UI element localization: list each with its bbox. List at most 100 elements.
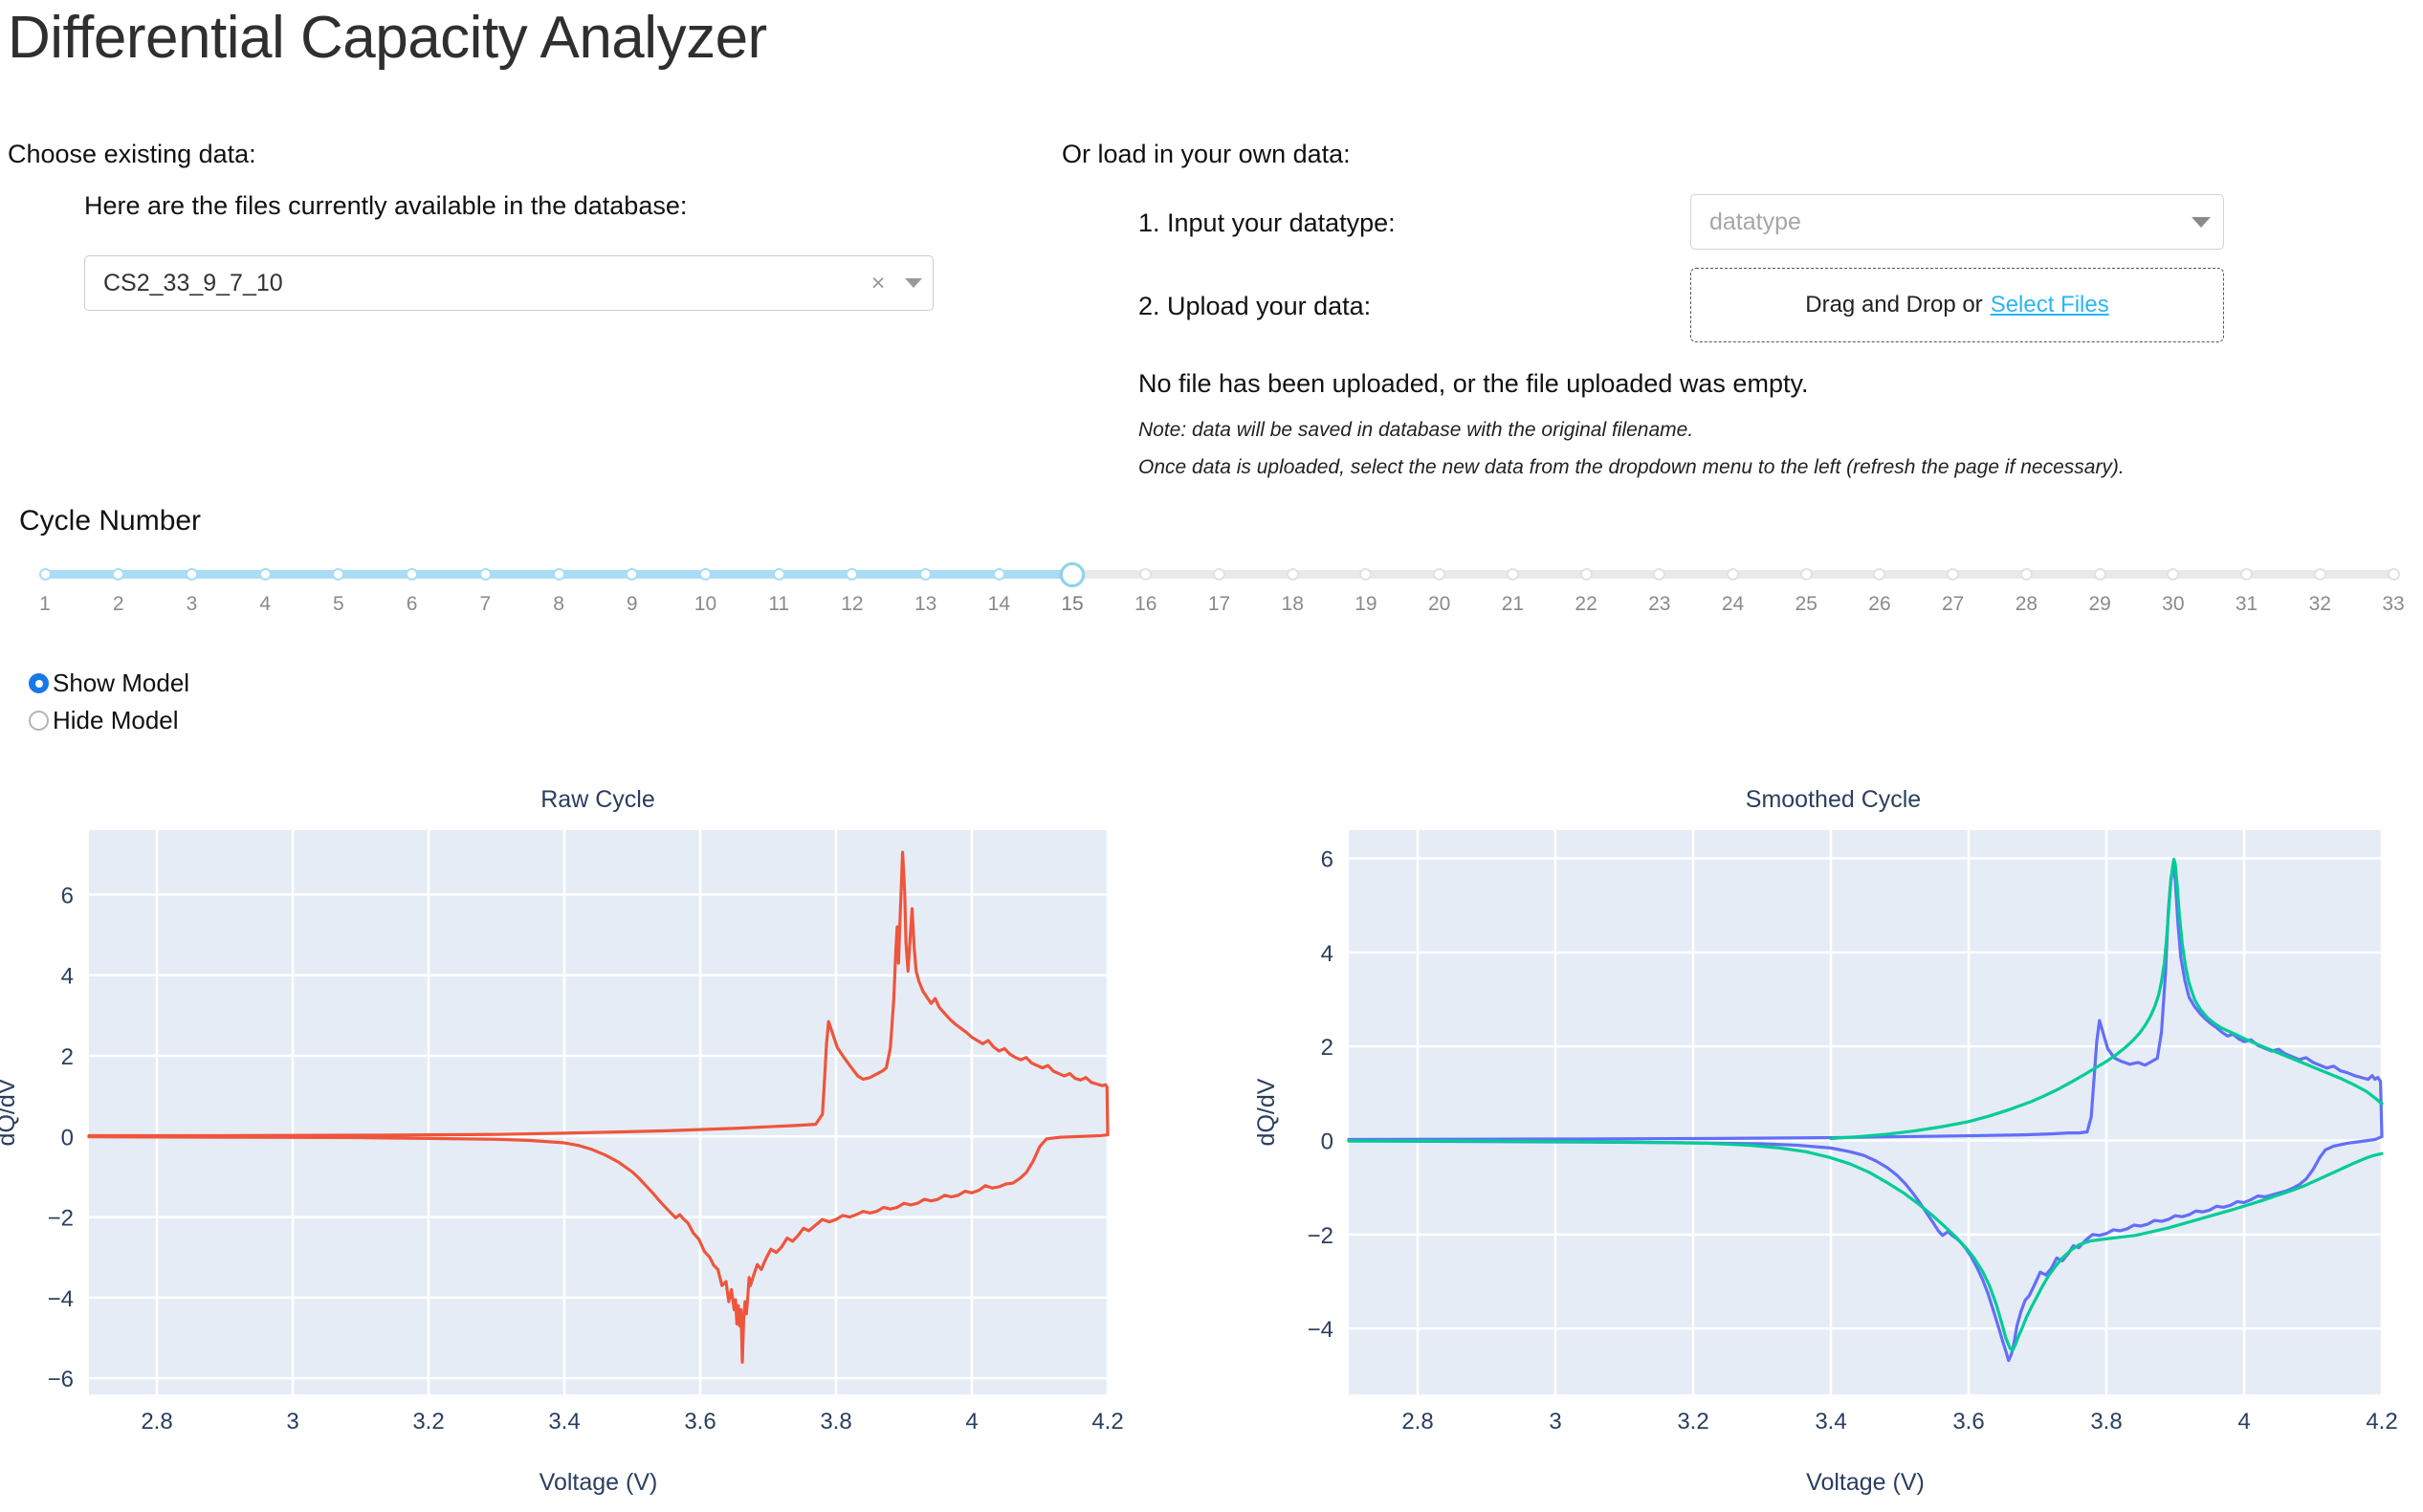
y-axis-tick-label: 2 [1321,1035,1333,1061]
available-files-label: Here are the files currently available i… [84,191,688,220]
x-axis-tick-label: 3.4 [1815,1409,1846,1435]
slider-tick-dot[interactable] [2167,568,2180,581]
slider-tick-dot[interactable] [1947,568,1960,581]
slider-tick-label[interactable]: 15 [1061,593,1083,616]
x-axis-tick-label: 3.2 [412,1409,444,1435]
datatype-placeholder: datatype [1709,208,1801,235]
slider-tick-label[interactable]: 4 [259,593,271,616]
slider-tick-dot[interactable] [38,568,52,581]
slider-tick-dot[interactable] [698,568,712,581]
slider-tick-dot[interactable] [1139,568,1153,581]
slider-tick-dot[interactable] [2313,568,2326,581]
slider-tick-label[interactable]: 32 [2309,593,2331,616]
slider-tick-dot[interactable] [1799,568,1813,581]
slider-tick-dot[interactable] [332,568,345,581]
slider-tick-label[interactable]: 31 [2236,593,2258,616]
file-select-dropdown[interactable]: CS2_33_9_7_10 × [84,255,934,311]
slider-tick-dot[interactable] [406,568,419,581]
slider-tick-dot[interactable] [1506,568,1519,581]
file-dropzone[interactable]: Drag and Drop or Select Files [1690,268,2224,342]
slider-tick-label[interactable]: 33 [2382,593,2404,616]
clear-icon[interactable]: × [862,271,894,296]
y-axis-title: dQ/dV [0,1078,20,1146]
slider-tick-dot[interactable] [1579,568,1593,581]
radio-button-icon[interactable] [29,673,49,693]
slider-tick-label[interactable]: 28 [2015,593,2038,616]
slider-tick-dot[interactable] [919,568,933,581]
slider-tick-dot[interactable] [185,568,198,581]
slider-tick-label[interactable]: 18 [1282,593,1304,616]
slider-tick-label[interactable]: 9 [627,593,638,616]
model-visibility-radio-group[interactable]: Show Model Hide Model [29,665,189,739]
radio-option-label: Hide Model [53,706,179,734]
slider-tick-label[interactable]: 29 [2088,593,2110,616]
slider-tick-label[interactable]: 22 [1575,593,1597,616]
slider-tick-dot[interactable] [258,568,272,581]
slider-tick-label[interactable]: 7 [479,593,491,616]
slider-tick-dot[interactable] [1433,568,1446,581]
x-axis-tick-label: 4 [2237,1409,2250,1435]
slider-tick-label[interactable]: 10 [694,593,716,616]
slider-tick-dot[interactable] [2387,568,2400,581]
slider-tick-dot[interactable] [992,568,1005,581]
slider-tick-dot[interactable] [112,568,125,581]
slider-tick-label[interactable]: 11 [768,593,789,616]
upload-status-text: No file has been uploaded, or the file u… [1138,369,1809,398]
slider-tick-dot[interactable] [1653,568,1666,581]
slider-tick-label[interactable]: 1 [39,593,51,616]
slider-tick-dot[interactable] [478,568,492,581]
y-axis-tick-label: 6 [1321,847,1333,873]
chevron-down-icon[interactable] [2179,216,2223,228]
chevron-down-icon[interactable] [894,278,933,288]
slider-tick-label[interactable]: 2 [113,593,124,616]
slider-tick-label[interactable]: 27 [1942,593,1964,616]
slider-tick-label[interactable]: 6 [407,593,418,616]
slider-tick-label[interactable]: 30 [2162,593,2184,616]
slider-tick-label[interactable]: 25 [1795,593,1817,616]
slider-tick-label[interactable]: 19 [1355,593,1377,616]
choose-existing-data-heading: Choose existing data: [8,140,256,168]
slider-tick-dot[interactable] [626,568,639,581]
slider-tick-dot[interactable] [1213,568,1225,581]
slider-tick-dot[interactable] [552,568,565,581]
radio-option-show[interactable]: Show Model [29,665,189,702]
slider-tick-dot[interactable] [1359,568,1373,581]
slider-tick-label[interactable]: 13 [914,593,936,616]
slider-tick-label[interactable]: 12 [841,593,863,616]
slider-tick-label[interactable]: 8 [553,593,564,616]
raw-cycle-chart: Raw Cycle 2.8 3 3.2 3.4 3.6 3.8 4 4.2 6 4 2 0 −2 −4 −6… [0,786,1196,1511]
slider-tick-dot[interactable] [2240,568,2254,581]
slider-tick-dot[interactable] [846,568,859,581]
y-axis-tick-label: 6 [61,883,74,909]
slider-tick-dot[interactable] [772,568,785,581]
slider-tick-label[interactable]: 17 [1208,593,1230,616]
slider-tick-dot[interactable] [1873,568,1886,581]
slider-tick-dot[interactable] [1727,568,1740,581]
datatype-select-dropdown[interactable]: datatype [1690,194,2224,250]
slider-handle[interactable] [1060,562,1086,587]
y-axis-tick-label: 4 [1321,941,1333,967]
y-axis-tick-label: 0 [61,1125,74,1150]
slider-tick-label[interactable]: 14 [988,593,1010,616]
radio-option-label: Show Model [53,668,190,697]
slider-tick-label[interactable]: 20 [1428,593,1450,616]
slider-tick-label[interactable]: 21 [1502,593,1524,616]
slider-tick-label[interactable]: 5 [333,593,344,616]
slider-tick-label[interactable]: 3 [187,593,198,616]
upload-note-1: Note: data will be saved in database wit… [1138,419,1694,441]
x-axis-tick-label: 4.2 [1091,1409,1123,1435]
slider-tick-dot[interactable] [1286,568,1299,581]
slider-tick-label[interactable]: 24 [1722,593,1744,616]
slider-tick-label[interactable]: 16 [1134,593,1156,616]
radio-button-icon[interactable] [29,711,49,731]
slider-tick-dot[interactable] [2093,568,2106,581]
cycle-number-slider[interactable] [38,562,2400,587]
slider-tick-label[interactable]: 23 [1648,593,1670,616]
cycle-number-label: Cycle Number [19,505,202,537]
dropzone-text: Drag and Drop or [1805,292,1983,318]
slider-tick-label[interactable]: 26 [1868,593,1890,616]
select-files-link[interactable]: Select Files [1991,292,2109,318]
slider-tick-dot[interactable] [2019,568,2033,581]
x-axis-tick-label: 2.8 [141,1409,172,1435]
radio-option-hide[interactable]: Hide Model [29,702,189,739]
